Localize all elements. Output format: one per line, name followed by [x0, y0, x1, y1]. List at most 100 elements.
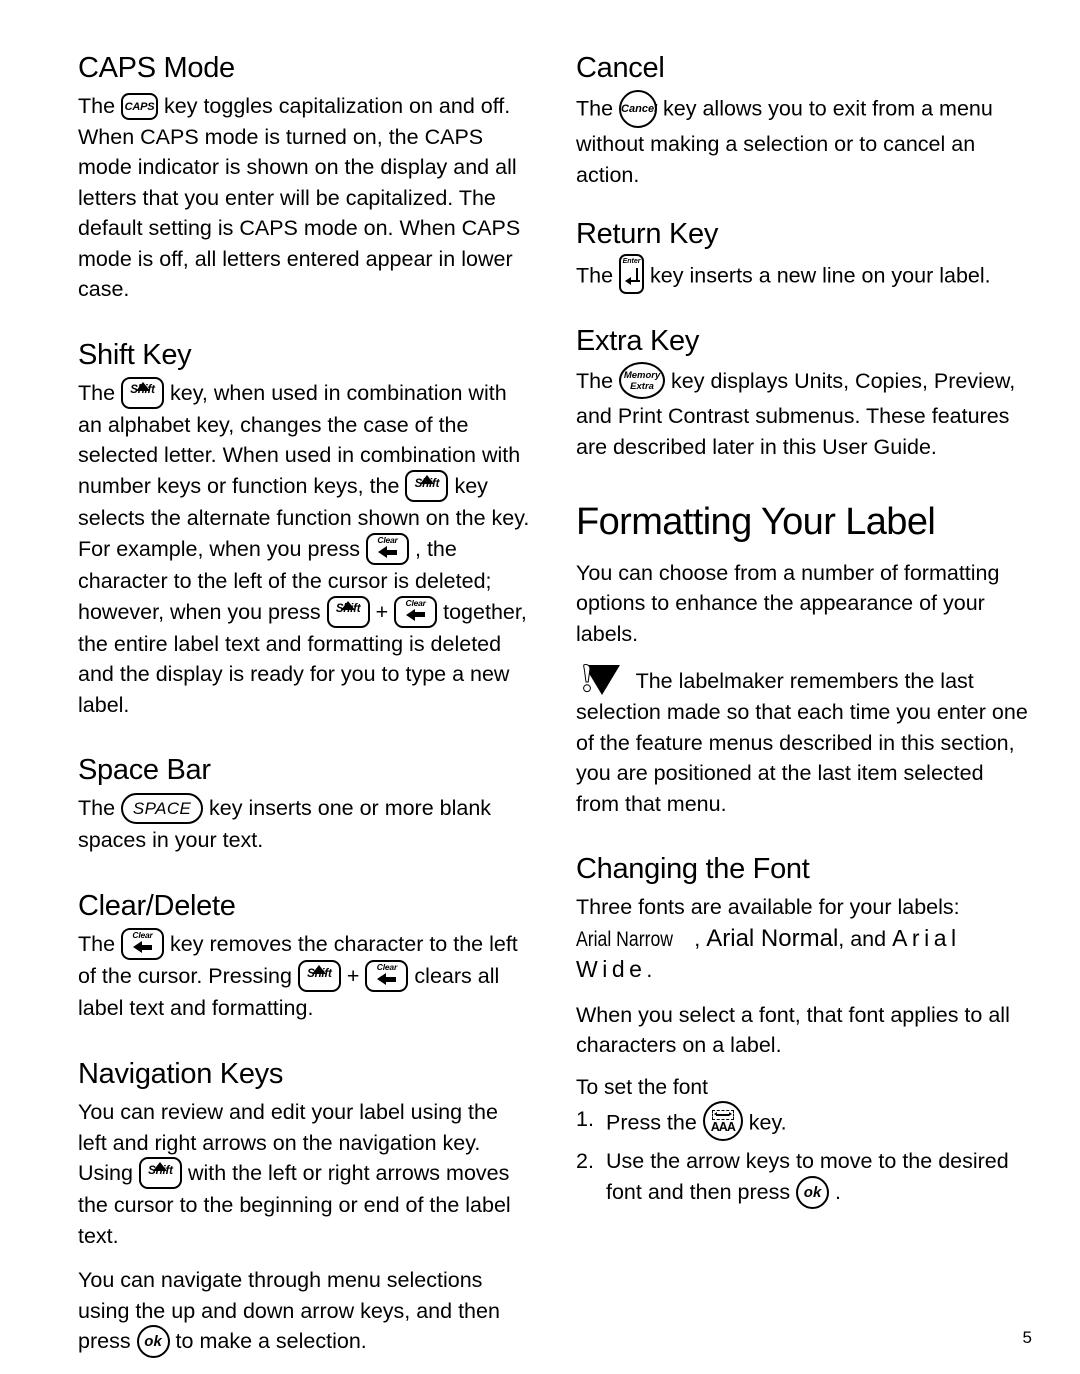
heading-clear-delete: Clear/Delete — [78, 889, 236, 922]
clear-key-label: Clear — [405, 597, 426, 608]
two-column-layout: CAPS Mode The CAPS key toggles capitaliz… — [78, 52, 1030, 1359]
paragraph-clear-delete: The Clear key removes the character to t… — [78, 928, 532, 1024]
text-note-body: The labelmaker remembers the last select… — [576, 669, 1028, 816]
text-caps-rest: key toggles capitalization on and off. W… — [78, 94, 521, 302]
paragraph-shift-key: The Shift key, when used in combination … — [78, 376, 532, 721]
text-the: The — [576, 96, 614, 121]
subheading-to-set-the-font: To set the font — [576, 1075, 708, 1099]
shift-key-icon: Shift — [121, 376, 165, 409]
ok-key-icon: ok — [796, 1175, 830, 1209]
text-period: . — [646, 958, 653, 983]
shift-key-icon: Shift — [138, 1157, 182, 1190]
shift-key-icon: Shift — [297, 960, 341, 993]
memory-label: Memory — [623, 370, 661, 382]
space-key-label: SPACE — [132, 799, 192, 819]
caps-key-icon: CAPS — [121, 92, 159, 120]
paragraph-navigation-1: You can review and edit your label using… — [78, 1097, 532, 1251]
cancel-key-label: Cancel — [621, 103, 658, 116]
list-item: 1. Press the AAA key. — [576, 1101, 1030, 1144]
font-sample-normal: Arial Normal — [706, 924, 839, 952]
caution-note-icon — [576, 663, 626, 697]
clear-key-icon: Clear — [365, 960, 409, 993]
shift-key-icon: Shift — [405, 470, 449, 503]
clear-key-icon: Clear — [366, 533, 410, 566]
arrow-left-icon — [405, 608, 426, 621]
paragraph-extra-key: The Memory Extra key displays Units, Cop… — [576, 362, 1030, 462]
arrow-left-icon — [377, 546, 398, 559]
right-column: Cancel The Cancel key allows you to exit… — [576, 52, 1030, 1359]
heading-shift-key: Shift Key — [78, 338, 192, 371]
arrow-left-icon — [376, 973, 397, 986]
ok-key-label: ok — [803, 1183, 822, 1201]
heading-return-key: Return Key — [576, 218, 719, 251]
text-step1-b: key. — [748, 1110, 787, 1135]
steps-list-set-font: 1. Press the AAA key. 2. Use the arrow k… — [576, 1101, 1030, 1210]
clear-key-icon: Clear — [394, 595, 438, 628]
text-the: The — [78, 380, 116, 405]
shift-key-icon: Shift — [326, 595, 370, 628]
return-key-icon: Enter — [619, 254, 645, 295]
text-plus: + — [375, 599, 389, 624]
text-the: The — [576, 369, 614, 394]
paragraph-formatting-note: The labelmaker remembers the last select… — [576, 663, 1030, 819]
text-the: The — [78, 796, 116, 821]
paragraph-navigation-2: You can navigate through menu selections… — [78, 1265, 532, 1359]
list-item: 2. Use the arrow keys to move to the des… — [576, 1146, 1030, 1210]
heading-caps-mode: CAPS Mode — [78, 52, 235, 84]
heading-changing-the-font: Changing the Font — [576, 853, 810, 886]
document-page: CAPS Mode The CAPS key toggles capitaliz… — [0, 0, 1080, 1374]
text-step2-b: . — [835, 1179, 842, 1204]
clear-key-label: Clear — [132, 930, 153, 941]
paragraph-formatting-intro: You can choose from a number of formatti… — [576, 560, 1000, 646]
shift-key-label: Shift — [148, 1164, 173, 1177]
ok-key-icon: ok — [136, 1325, 170, 1359]
enter-key-label: Enter — [622, 258, 641, 266]
extra-label: Extra — [630, 381, 654, 393]
extra-key-icon: Memory Extra — [619, 362, 666, 400]
paragraph-three-fonts: Three fonts are available for your label… — [576, 892, 1030, 986]
left-column: CAPS Mode The CAPS key toggles capitaliz… — [78, 52, 532, 1359]
heading-navigation-keys: Navigation Keys — [78, 1057, 284, 1090]
heading-extra-key: Extra Key — [576, 325, 700, 358]
return-arrow-icon — [625, 268, 641, 288]
paragraph-cancel: The Cancel key allows you to exit from a… — [576, 90, 1030, 190]
caps-key-label: CAPS — [124, 100, 155, 113]
paragraph-caps-mode: The CAPS key toggles capitalization on a… — [78, 91, 532, 305]
ok-key-label: ok — [144, 1333, 162, 1351]
text-fonts-a: Three fonts are available for your label… — [576, 895, 960, 920]
cancel-key-icon: Cancel — [619, 90, 658, 129]
text-and: , and — [838, 926, 887, 951]
clear-key-label: Clear — [377, 535, 398, 546]
heading-cancel: Cancel — [576, 52, 665, 84]
chapter-title-formatting: Formatting Your Label — [576, 501, 936, 544]
text-the: The — [78, 931, 116, 956]
shift-key-label: Shift — [130, 384, 155, 397]
shift-key-label: Shift — [307, 967, 332, 980]
text-plus: + — [346, 964, 360, 989]
clear-key-label: Clear — [376, 962, 398, 973]
text-comma: , — [694, 926, 701, 951]
shift-key-label: Shift — [335, 603, 361, 616]
text-the: The — [78, 94, 116, 119]
font-sample-narrow: Arial Narrow — [576, 926, 673, 951]
clear-key-icon: Clear — [121, 928, 165, 961]
font-key-icon: AAA — [702, 1101, 743, 1142]
text-nav-d: to make a selection. — [175, 1329, 367, 1354]
paragraph-return-key: The Enter key inserts a new line on your… — [576, 254, 1030, 297]
paragraph-space-bar: The SPACE key inserts one or more blank … — [78, 793, 532, 855]
text-step1-a: Press the — [606, 1110, 697, 1135]
shift-key-label: Shift — [414, 477, 440, 490]
width-rect-icon — [711, 1110, 734, 1121]
font-key-label: AAA — [710, 1120, 736, 1135]
heading-space-bar: Space Bar — [78, 754, 211, 787]
space-key-icon: SPACE — [121, 793, 204, 825]
page-number: 5 — [1022, 1328, 1032, 1347]
